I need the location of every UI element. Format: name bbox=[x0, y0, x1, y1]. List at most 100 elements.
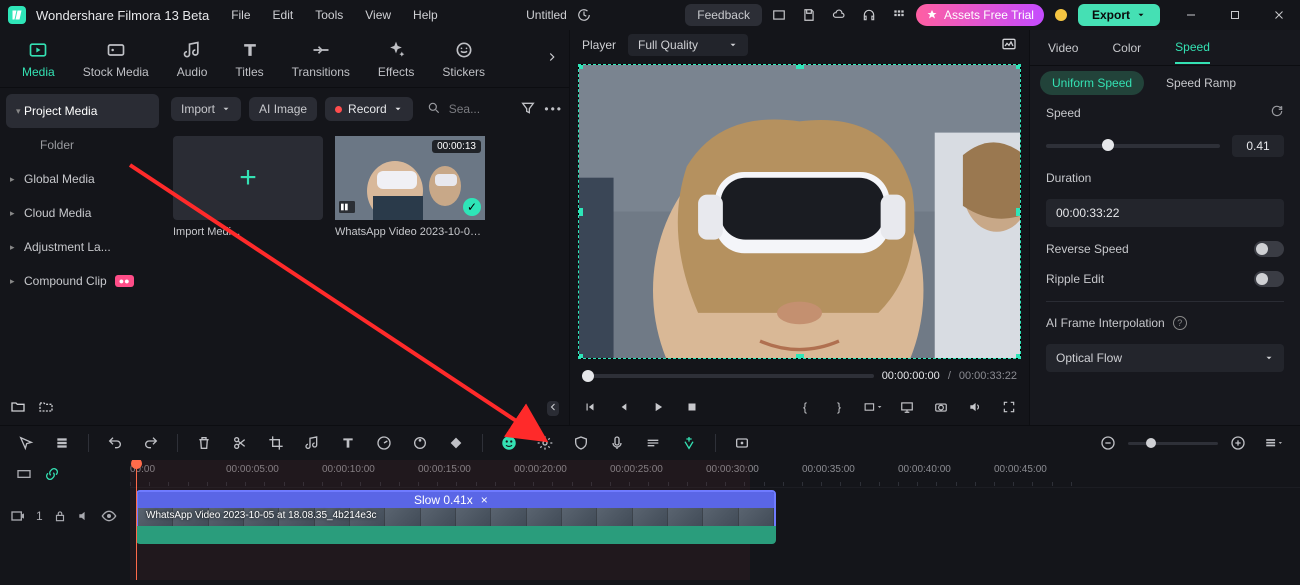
magnet-icon[interactable] bbox=[679, 433, 699, 453]
marker-icon[interactable] bbox=[643, 433, 663, 453]
mark-out-icon[interactable]: } bbox=[829, 397, 849, 417]
subtab-speed-ramp[interactable]: Speed Ramp bbox=[1154, 71, 1248, 95]
sidebar-item-global-media[interactable]: ▸Global Media bbox=[0, 162, 165, 196]
gear-icon[interactable] bbox=[535, 433, 555, 453]
save-icon[interactable] bbox=[796, 2, 822, 28]
menu-file[interactable]: File bbox=[231, 8, 250, 22]
keyframe-icon[interactable] bbox=[446, 433, 466, 453]
tab-stock-media[interactable]: Stock Media bbox=[83, 39, 149, 79]
zoom-out-icon[interactable] bbox=[1098, 433, 1118, 453]
ai-image-button[interactable]: AI Image bbox=[249, 97, 317, 121]
close-icon[interactable] bbox=[1266, 2, 1292, 28]
link-icon[interactable] bbox=[44, 466, 60, 482]
mic-icon[interactable] bbox=[607, 433, 627, 453]
speed-value[interactable]: 0.41 bbox=[1232, 135, 1284, 157]
fullscreen-icon[interactable] bbox=[999, 397, 1019, 417]
stop-icon[interactable] bbox=[682, 397, 702, 417]
more-icon[interactable]: ••• bbox=[544, 102, 563, 116]
ai-tool-icon[interactable] bbox=[499, 433, 519, 453]
track-header-icon[interactable] bbox=[16, 466, 32, 482]
layout-icon[interactable] bbox=[766, 2, 792, 28]
ai-frame-select[interactable]: Optical Flow bbox=[1046, 344, 1284, 372]
tabs-more-icon[interactable] bbox=[545, 50, 559, 67]
shield-icon[interactable] bbox=[571, 433, 591, 453]
ripple-edit-toggle[interactable] bbox=[1254, 271, 1284, 287]
crop-icon[interactable] bbox=[266, 433, 286, 453]
undo-icon[interactable] bbox=[105, 433, 125, 453]
delete-icon[interactable] bbox=[194, 433, 214, 453]
select-tool-icon[interactable] bbox=[16, 433, 36, 453]
tab-transitions[interactable]: Transitions bbox=[292, 39, 350, 79]
sidebar-item-adjustment[interactable]: ▸Adjustment La... bbox=[0, 230, 165, 264]
headphones-icon[interactable] bbox=[856, 2, 882, 28]
tab-video[interactable]: Video bbox=[1048, 41, 1078, 55]
sidebar-item-compound-clip[interactable]: ▸Compound Clip●● bbox=[0, 264, 165, 298]
music-icon[interactable] bbox=[302, 433, 322, 453]
subtab-uniform-speed[interactable]: Uniform Speed bbox=[1040, 71, 1144, 95]
layout-dropdown-icon[interactable] bbox=[52, 433, 72, 453]
maximize-icon[interactable] bbox=[1222, 2, 1248, 28]
display-icon[interactable] bbox=[897, 397, 917, 417]
new-bin-icon[interactable] bbox=[38, 399, 54, 418]
color-icon[interactable] bbox=[410, 433, 430, 453]
grid-icon[interactable] bbox=[886, 2, 912, 28]
redo-icon[interactable] bbox=[141, 433, 161, 453]
split-icon[interactable] bbox=[230, 433, 250, 453]
quality-select[interactable]: Full Quality bbox=[628, 34, 748, 56]
tab-titles[interactable]: Titles bbox=[235, 39, 263, 79]
duration-value[interactable]: 00:00:33:22 bbox=[1046, 199, 1284, 227]
timeline-view-icon[interactable] bbox=[1264, 433, 1284, 453]
tab-stickers[interactable]: Stickers bbox=[442, 39, 485, 79]
menu-tools[interactable]: Tools bbox=[315, 8, 343, 22]
mute-icon[interactable] bbox=[77, 509, 91, 523]
tab-effects[interactable]: Effects bbox=[378, 39, 414, 79]
ratio-icon[interactable] bbox=[863, 397, 883, 417]
tab-color[interactable]: Color bbox=[1112, 41, 1141, 55]
history-icon[interactable] bbox=[571, 2, 597, 28]
tab-audio[interactable]: Audio bbox=[177, 39, 208, 79]
reverse-speed-toggle[interactable] bbox=[1254, 241, 1284, 257]
new-folder-icon[interactable] bbox=[10, 399, 26, 418]
media-clip-card[interactable]: 00:00:13 ✓ WhatsApp Video 2023-10-05... bbox=[335, 136, 485, 238]
camera-icon[interactable] bbox=[931, 397, 951, 417]
visibility-icon[interactable] bbox=[101, 508, 117, 524]
scrub-bar[interactable] bbox=[582, 374, 874, 378]
zoom-in-icon[interactable] bbox=[1228, 433, 1248, 453]
feedback-button[interactable]: Feedback bbox=[685, 4, 762, 26]
preview-viewport[interactable] bbox=[578, 64, 1021, 359]
volume-icon[interactable] bbox=[965, 397, 985, 417]
record-button[interactable]: Record bbox=[325, 97, 413, 121]
sidebar-item-folder[interactable]: Folder bbox=[0, 128, 165, 162]
export-button[interactable]: Export bbox=[1078, 4, 1160, 26]
timeline-tracks[interactable]: 00:0000:00:05:0000:00:10:0000:00:15:0000… bbox=[130, 460, 1300, 580]
zoom-slider[interactable] bbox=[1128, 442, 1218, 445]
sidebar-item-project-media[interactable]: ▾Project Media bbox=[6, 94, 159, 128]
play-icon[interactable] bbox=[648, 397, 668, 417]
menu-edit[interactable]: Edit bbox=[273, 8, 294, 22]
playhead[interactable] bbox=[136, 460, 137, 580]
speed-slider[interactable] bbox=[1046, 144, 1220, 148]
cloud-icon[interactable] bbox=[826, 2, 852, 28]
snapshot-icon[interactable] bbox=[1001, 36, 1017, 55]
menu-help[interactable]: Help bbox=[413, 8, 438, 22]
mark-in-icon[interactable]: { bbox=[795, 397, 815, 417]
import-button[interactable]: Import bbox=[171, 97, 241, 121]
marker-add-icon[interactable] bbox=[732, 433, 752, 453]
tab-media[interactable]: Media bbox=[22, 39, 55, 79]
menu-view[interactable]: View bbox=[365, 8, 391, 22]
filter-icon[interactable] bbox=[520, 100, 536, 119]
assets-free-trial-button[interactable]: Assets Free Trial bbox=[916, 4, 1044, 26]
prev-frame-icon[interactable] bbox=[580, 397, 600, 417]
tab-speed[interactable]: Speed bbox=[1175, 40, 1210, 64]
lock-icon[interactable] bbox=[53, 509, 67, 523]
audio-track[interactable] bbox=[136, 526, 776, 544]
collapse-sidebar-icon[interactable] bbox=[547, 401, 559, 416]
search-icon[interactable] bbox=[427, 101, 441, 118]
text-icon[interactable] bbox=[338, 433, 358, 453]
help-icon[interactable]: ? bbox=[1173, 316, 1187, 330]
speed-icon[interactable] bbox=[374, 433, 394, 453]
search-input[interactable]: Sea... bbox=[449, 102, 480, 116]
import-media-card[interactable]: + Import Medi... bbox=[173, 136, 323, 238]
reset-icon[interactable] bbox=[1270, 104, 1284, 121]
coin-icon[interactable] bbox=[1048, 2, 1074, 28]
